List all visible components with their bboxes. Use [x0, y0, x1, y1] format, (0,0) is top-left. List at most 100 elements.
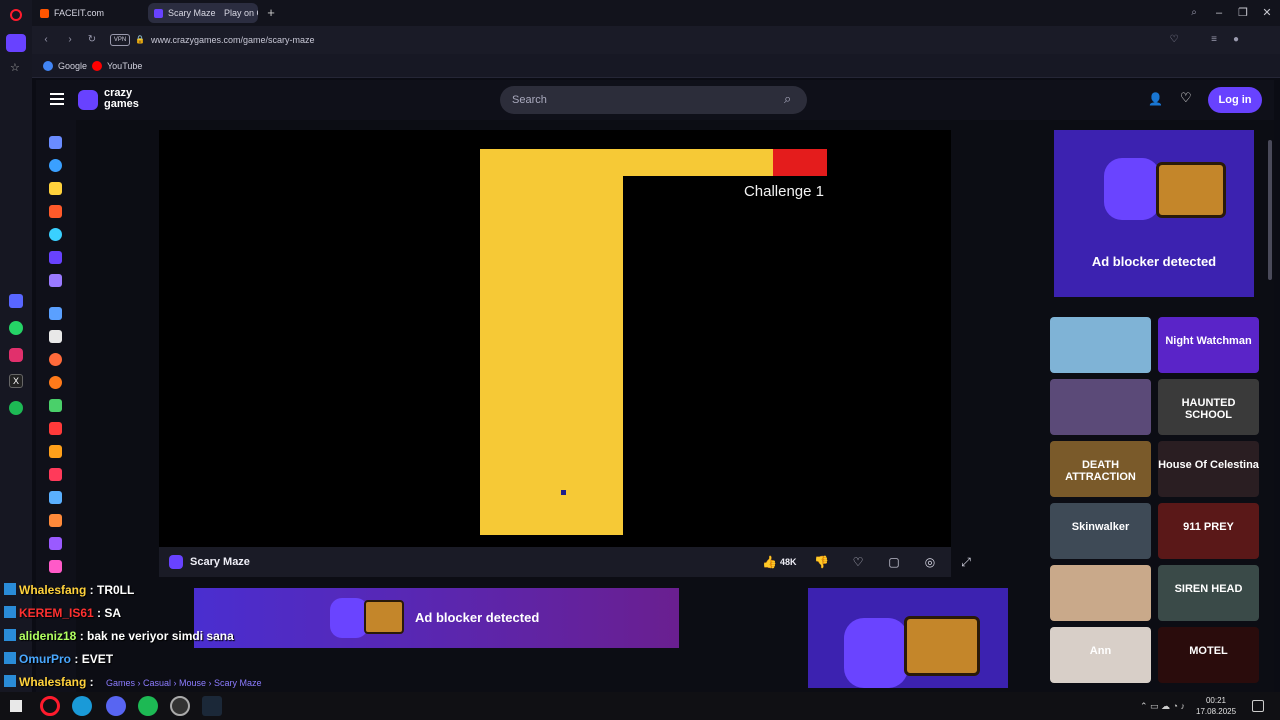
- like-icon[interactable]: 👍: [762, 555, 777, 569]
- whatsapp-icon[interactable]: [9, 321, 23, 335]
- clock[interactable]: 00:21 17.08.2025: [1196, 695, 1236, 717]
- game-thumbnail[interactable]: SIREN HEAD: [1158, 565, 1259, 621]
- spotify-taskbar-icon[interactable]: [138, 696, 158, 716]
- menu-icon[interactable]: ≡: [1208, 34, 1220, 46]
- tab-scary-maze[interactable]: Scary Maze Play on C: [148, 3, 258, 23]
- nav-multiplayer-icon[interactable]: [49, 274, 62, 287]
- edge-taskbar-icon[interactable]: [72, 696, 92, 716]
- game-thumbnail[interactable]: House Of Celestina: [1158, 441, 1259, 497]
- bookmark-youtube[interactable]: YouTube: [92, 59, 142, 73]
- game-thumbnail[interactable]: [1050, 379, 1151, 435]
- site-header: crazy games Search ⌕ 👤 ♡ Log in: [36, 80, 1274, 120]
- game-thumbnail[interactable]: [1050, 317, 1151, 373]
- chat-message: Whalesfang : TR0LL: [4, 583, 134, 597]
- nav-recent-icon[interactable]: [49, 159, 62, 172]
- chat-separator: :: [76, 629, 88, 643]
- scrollbar[interactable]: [1268, 140, 1272, 280]
- crazygames-logo[interactable]: crazy games: [78, 88, 168, 112]
- favorites-icon[interactable]: ♡: [1180, 91, 1194, 105]
- close-icon[interactable]: ✕: [1258, 4, 1276, 22]
- chat-badge-icon: [4, 675, 16, 687]
- vpn-badge[interactable]: VPN: [110, 34, 130, 46]
- game-thumbnail[interactable]: Night Watchman: [1158, 317, 1259, 373]
- aria-icon[interactable]: [9, 294, 23, 308]
- crazygames-favicon-icon: [154, 9, 163, 18]
- nav-2player-icon[interactable]: [49, 307, 62, 320]
- tab-faceit[interactable]: FACEIT.com: [34, 3, 144, 23]
- profile-icon[interactable]: ●: [1230, 34, 1242, 46]
- nav-beauty-icon[interactable]: [49, 399, 62, 412]
- nav-car-icon[interactable]: [49, 445, 62, 458]
- fullscreen-icon[interactable]: ⤢: [959, 555, 973, 569]
- x-icon[interactable]: X: [9, 374, 23, 388]
- bookmark-heart-icon[interactable]: ♡: [1168, 34, 1180, 46]
- nav-new-icon[interactable]: [49, 182, 62, 195]
- player-cursor[interactable]: [561, 490, 566, 495]
- nav-trending-icon[interactable]: [49, 205, 62, 218]
- spotify-icon[interactable]: [9, 401, 23, 415]
- game-thumbnail[interactable]: 911 PREY: [1158, 503, 1259, 559]
- back-icon[interactable]: ‹: [40, 34, 52, 46]
- home-icon[interactable]: [6, 34, 26, 52]
- hamburger-icon[interactable]: [50, 93, 64, 105]
- ad-blocker-text: Ad blocker detected: [415, 610, 540, 625]
- forward-icon[interactable]: ›: [64, 34, 76, 46]
- game-thumbnail[interactable]: HAUNTED SCHOOL: [1158, 379, 1259, 435]
- nav-originals-icon[interactable]: [49, 251, 62, 264]
- minimize-icon[interactable]: –: [1210, 4, 1228, 22]
- nav-home-icon[interactable]: [49, 136, 62, 149]
- nav-card-icon[interactable]: [49, 468, 62, 481]
- opera-taskbar-icon[interactable]: [40, 696, 60, 716]
- obs-taskbar-icon[interactable]: [170, 696, 190, 716]
- nav-bike-icon[interactable]: [49, 422, 62, 435]
- search-icon[interactable]: ⌕: [784, 92, 798, 106]
- nav-casual-icon[interactable]: [49, 491, 62, 504]
- nav-clicker-icon[interactable]: [49, 514, 62, 527]
- chest-icon: [1156, 162, 1226, 218]
- friends-icon[interactable]: 👤: [1148, 92, 1163, 106]
- search-input[interactable]: Search: [500, 86, 807, 114]
- faceit-favicon-icon: [40, 9, 49, 18]
- bookmark-google[interactable]: Google: [43, 59, 87, 73]
- nav-adventure-icon[interactable]: [49, 353, 62, 366]
- chat-text: TR0LL: [97, 583, 135, 597]
- search-tabs-icon[interactable]: ⌕: [1188, 7, 1200, 19]
- favorite-icon[interactable]: ♡: [851, 555, 865, 569]
- login-button[interactable]: Log in: [1208, 87, 1262, 113]
- feedback-icon[interactable]: ▢: [887, 555, 901, 569]
- nav-dressup-icon[interactable]: [49, 560, 62, 573]
- stream-chat-overlay: Whalesfang : TR0LL KEREM_IS61 : SA alideni…: [0, 580, 340, 692]
- logo-text-bottom: games: [104, 98, 139, 110]
- game-thumbnail[interactable]: DEATH ATTRACTION: [1050, 441, 1151, 497]
- game-thumbnail[interactable]: MOTEL: [1158, 627, 1259, 683]
- nav-basketball-icon[interactable]: [49, 376, 62, 389]
- system-tray-icons[interactable]: ⌃ ▭ ☁ ◔ ♪: [1140, 700, 1190, 712]
- game-thumbnail[interactable]: [1050, 565, 1151, 621]
- new-tab-icon[interactable]: +: [264, 6, 278, 20]
- chat-message: Whalesfang :: [4, 675, 94, 689]
- nav-updated-icon[interactable]: [49, 228, 62, 241]
- reload-icon[interactable]: ↻: [86, 34, 98, 46]
- steam-taskbar-icon[interactable]: [202, 696, 222, 716]
- dislike-icon[interactable]: 👎: [814, 555, 829, 569]
- thumbnail-label: HAUNTED SCHOOL: [1181, 397, 1236, 421]
- nav-controller-icon[interactable]: [49, 537, 62, 550]
- star-icon[interactable]: ☆: [10, 62, 22, 74]
- url-field[interactable]: www.crazygames.com/game/scary-maze: [151, 31, 1161, 49]
- discord-taskbar-icon[interactable]: [106, 696, 126, 716]
- opera-logo-icon[interactable]: [10, 9, 22, 21]
- windows-start-icon[interactable]: [10, 700, 22, 712]
- nav-action-icon[interactable]: [49, 330, 62, 343]
- tab-bar: FACEIT.com Scary Maze Play on C + ⌕ – ❐ …: [32, 0, 1280, 26]
- chat-text: SA: [104, 606, 122, 620]
- game-thumbnail[interactable]: Ann: [1050, 627, 1151, 683]
- theater-icon[interactable]: ◎: [923, 555, 937, 569]
- instagram-icon[interactable]: [9, 348, 23, 362]
- game-canvas[interactable]: Challenge 1: [159, 130, 951, 547]
- chat-badge-icon: [4, 606, 16, 618]
- restore-icon[interactable]: ❐: [1234, 4, 1252, 22]
- game-thumbnail[interactable]: Skinwalker: [1050, 503, 1151, 559]
- thumbnail-label: MOTEL: [1189, 645, 1228, 657]
- notifications-icon[interactable]: [1252, 700, 1264, 712]
- logo-icon: [78, 90, 98, 110]
